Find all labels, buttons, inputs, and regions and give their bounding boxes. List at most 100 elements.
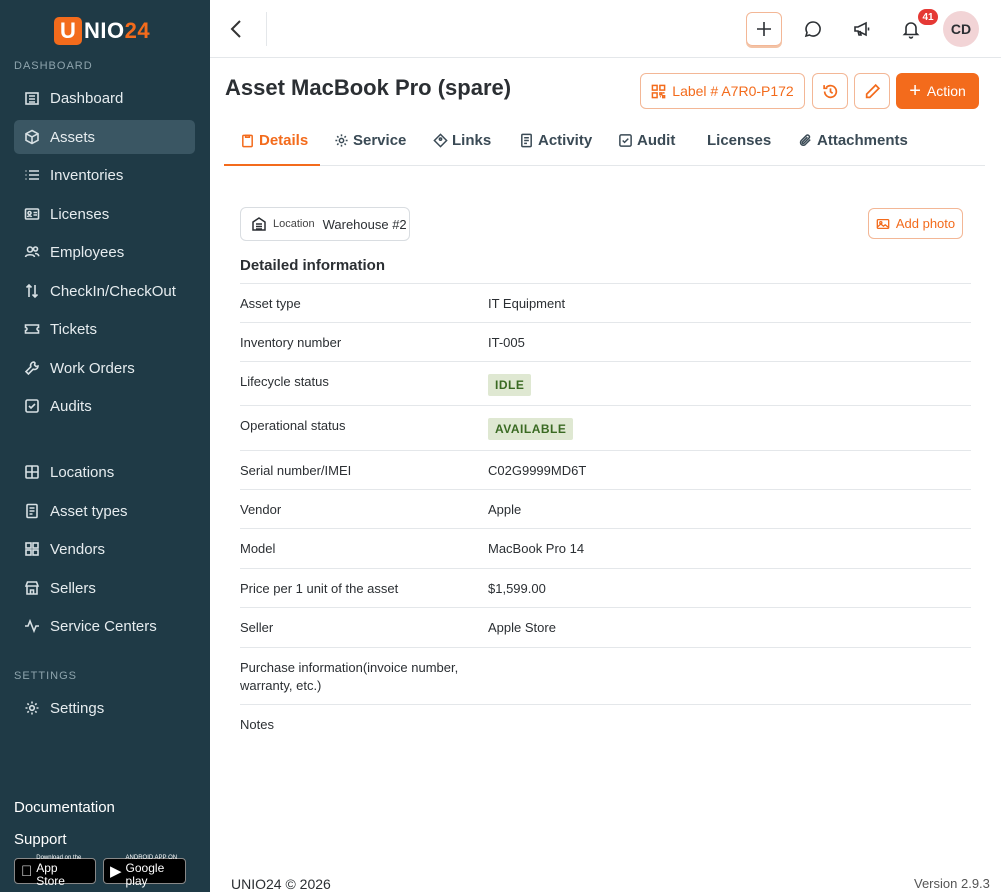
page-title: Asset MacBook Pro (spare)	[225, 75, 512, 100]
row-label: Notes	[240, 717, 274, 732]
logo-text: NIO24	[84, 18, 151, 43]
announcements-button[interactable]	[844, 12, 880, 46]
id-card-icon	[24, 206, 40, 222]
logo[interactable]: U NIO24	[54, 16, 150, 46]
diamond-icon	[433, 133, 448, 148]
plus-icon	[757, 22, 771, 36]
store-icon	[24, 580, 40, 596]
image-icon	[876, 218, 890, 229]
support-link[interactable]: Support	[14, 831, 67, 848]
sidebar-item-label: Vendors	[50, 540, 106, 558]
location-chip[interactable]: Location Warehouse #2	[240, 207, 410, 241]
tab-licenses[interactable]: Licenses	[707, 132, 771, 149]
tab-bar: Details Service Links Activity Audit Lic…	[224, 120, 985, 166]
footer-copyright: UNIO24 © 2026	[231, 876, 331, 892]
tab-links[interactable]: Links	[433, 132, 491, 149]
pulse-icon	[24, 618, 40, 634]
gear-icon	[335, 134, 348, 147]
edit-button[interactable]	[854, 73, 890, 109]
grid-icon	[24, 464, 40, 480]
documentation-link[interactable]: Documentation	[14, 799, 115, 816]
sidebar-item-checkin-checkout[interactable]: CheckIn/CheckOut	[14, 274, 195, 308]
row-value: Apple Store	[488, 620, 556, 635]
sidebar-item-licenses[interactable]: Licenses	[14, 197, 195, 231]
sidebar-item-tickets[interactable]: Tickets	[14, 312, 195, 346]
sidebar-item-settings[interactable]: Settings	[14, 691, 195, 725]
tab-activity[interactable]: Activity	[519, 132, 592, 149]
history-button[interactable]	[812, 73, 848, 109]
sidebar-item-work-orders[interactable]: Work Orders	[14, 351, 195, 385]
row-value: C02G9999MD6T	[488, 463, 587, 478]
detail-row-seller: Seller Apple Store	[240, 607, 971, 647]
tab-label: Licenses	[707, 132, 772, 149]
apps-icon	[24, 541, 40, 557]
detail-row-purchase-info: Purchase information(invoice number, war…	[240, 647, 971, 705]
google-play-text: ANDROID APP ON Google play	[125, 854, 178, 888]
app-store-text: Download on the App Store	[25, 855, 81, 888]
logo-mark: U	[54, 17, 82, 45]
detail-row-inventory-number: Inventory number IT-005	[240, 322, 971, 362]
sidebar-item-inventories[interactable]: Inventories	[14, 158, 195, 192]
location-value: Warehouse #2	[322, 216, 407, 232]
tab-attachments[interactable]: Attachments	[798, 132, 908, 149]
tab-label: Service	[353, 132, 407, 149]
settings-section-label: SETTINGS	[14, 670, 78, 682]
action-button[interactable]: + Action	[896, 73, 979, 109]
sidebar-item-label: Assets	[50, 128, 96, 146]
building-icon	[252, 217, 266, 231]
row-label: Price per 1 unit of the asset	[240, 581, 399, 596]
sidebar-item-audits[interactable]: Audits	[14, 389, 195, 423]
operational-status-badge: AVAILABLE	[488, 418, 574, 440]
checkbox-icon	[619, 134, 632, 147]
add-photo-label: Add photo	[895, 216, 956, 231]
row-label: Lifecycle status	[240, 374, 329, 389]
tab-service[interactable]: Service	[334, 132, 406, 149]
sidebar-item-label: Service Centers	[50, 617, 157, 635]
checkbox-icon	[24, 398, 40, 414]
sidebar-item-service-centers[interactable]: Service Centers	[14, 609, 195, 643]
detail-row-lifecycle-status: Lifecycle status IDLE	[240, 361, 971, 406]
dashboard-section-label: DASHBOARD	[14, 60, 93, 72]
clipboard-icon	[242, 134, 253, 148]
sidebar-item-assets[interactable]: Assets	[14, 120, 195, 154]
tab-label: Attachments	[817, 132, 908, 149]
avatar[interactable]: CD	[943, 11, 979, 47]
wrench-icon	[24, 360, 40, 376]
tab-label: Details	[259, 132, 309, 149]
sidebar-item-label: Employees	[50, 243, 125, 261]
sidebar-item-dashboard[interactable]: Dashboard	[14, 81, 195, 115]
arrows-updown-icon	[24, 283, 40, 299]
sidebar-item-employees[interactable]: Employees	[14, 235, 195, 269]
tab-label: Activity	[538, 132, 593, 149]
sidebar-item-sellers[interactable]: Sellers	[14, 571, 195, 605]
detail-row-model: Model MacBook Pro 14	[240, 528, 971, 568]
tab-details[interactable]: Details	[240, 132, 308, 149]
tab-audit[interactable]: Audit	[618, 132, 675, 149]
history-icon	[822, 84, 837, 98]
active-tab-indicator	[224, 164, 320, 166]
create-button[interactable]	[746, 12, 782, 46]
sidebar-item-vendors[interactable]: Vendors	[14, 532, 195, 566]
chat-button[interactable]	[795, 12, 831, 46]
sidebar-item-label: Inventories	[50, 166, 124, 184]
label-button[interactable]: Label # A7R0-P172	[640, 73, 805, 109]
sidebar-item-asset-types[interactable]: Asset types	[14, 494, 195, 528]
sidebar-item-locations[interactable]: Locations	[14, 455, 195, 489]
divider	[266, 12, 267, 46]
app-store-badge[interactable]:  Download on theApp Store	[14, 855, 96, 887]
row-label: Model	[240, 541, 276, 556]
sidebar-item-label: Dashboard	[50, 89, 124, 107]
sidebar: U NIO24 DASHBOARD Dashboard Assets Inven…	[0, 0, 210, 892]
detail-row-asset-type: Asset type IT Equipment	[240, 283, 971, 323]
back-button[interactable]	[224, 16, 248, 42]
detail-row-notes: Notes	[240, 704, 971, 744]
document-icon	[521, 133, 532, 148]
paperclip-icon	[799, 134, 811, 146]
add-photo-button[interactable]: Add photo	[868, 208, 963, 239]
row-label: Vendor	[240, 502, 282, 517]
google-play-badge[interactable]: ▶ ANDROID APP ON Google play	[103, 855, 186, 887]
sidebar-item-label: Sellers	[50, 579, 96, 597]
bell-icon	[902, 22, 920, 39]
top-bar: 41 CD	[210, 0, 1001, 58]
people-icon	[24, 244, 40, 260]
